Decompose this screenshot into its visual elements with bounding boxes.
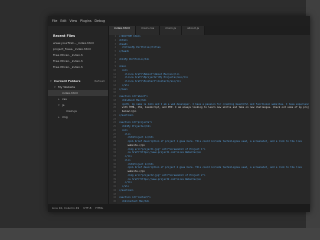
folder-tree-label: main.js: [66, 109, 77, 113]
tab-index-html[interactable]: index.html: [109, 26, 136, 35]
code-editor[interactable]: 1 2 3 4 5 6 7 8 9 10 11 12 13 14 15 16 17 18 19 20 21 22 23 24 2…: [109, 35, 310, 204]
menu-item-view[interactable]: View: [70, 19, 78, 23]
folder-tree-item[interactable]: ▸ img: [48, 114, 108, 120]
folder-tree: ▾ My Website index.html ▸ css ▾ js main.js ▸ img: [48, 84, 108, 120]
folder-tree-label: My Website: [58, 85, 76, 89]
menu-bar: File Edit View Plugins Debug: [48, 16, 310, 26]
refresh-button[interactable]: Refresh: [94, 79, 105, 83]
editor-window: File Edit View Plugins Debug Recent Files ww…: [48, 16, 310, 212]
code-line: <p>A brief description of project 2 goes…: [119, 166, 302, 170]
folder-tree-label: index.html: [62, 91, 78, 95]
tab-main-css[interactable]: main.css: [136, 26, 161, 35]
code-area[interactable]: <!DOCTYPE html> <html> <head> <title>My Po…: [119, 35, 309, 204]
sidebar: Recent Files www.yourfirst..._index.html…: [48, 26, 109, 204]
line-number-gutter: 1 2 3 4 5 6 7 8 9 10 11 12 13 14 15 16 17 18 19 20 21 22 23 24 2…: [109, 35, 117, 204]
tab-main-js[interactable]: main.js: [160, 26, 183, 35]
folder-tree-label: js: [62, 103, 65, 107]
code-line: with HTML, CSS, JavaScript, and PHP. I a…: [119, 106, 309, 110]
menu-item-plugins[interactable]: Plugins: [80, 19, 91, 23]
menu-item-debug[interactable]: Debug: [95, 19, 105, 23]
tab-bar: index.html main.css main.js about.js: [109, 26, 310, 35]
status-item: UTF-8: [83, 206, 92, 210]
current-folders-heading: Current Folders: [54, 79, 81, 83]
folder-tree-label: img: [62, 115, 68, 119]
status-item: Line 10, Column 49: [52, 206, 80, 210]
menu-item-edit[interactable]: Edit: [60, 19, 66, 23]
tab-about-js[interactable]: about.js: [182, 26, 206, 35]
recent-files-list: www.yourfirst..._index.html project_frees…: [48, 40, 108, 70]
code-line: <p>A brief description of project 1 goes…: [119, 140, 302, 143]
status-bar: Line 10, Column 49 UTF-8 HTML: [48, 204, 310, 212]
menu-item-file[interactable]: File: [52, 19, 57, 23]
status-item: HTML: [95, 206, 104, 210]
folder-tree-label: css: [62, 97, 67, 101]
screen-edge-bottom: [0, 228, 320, 240]
